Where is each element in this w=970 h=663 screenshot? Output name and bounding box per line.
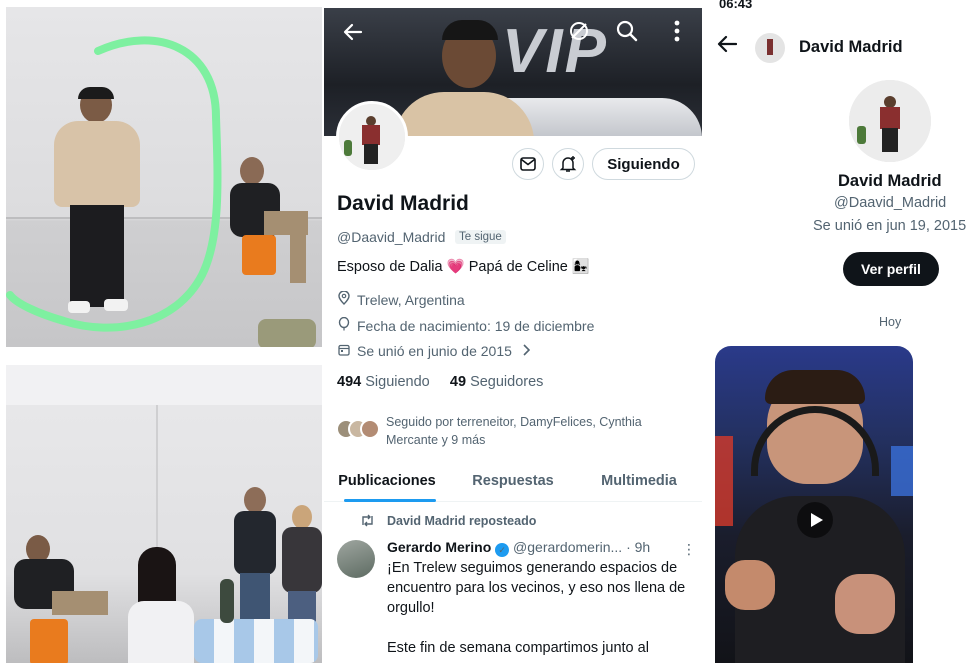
balloon-icon: [337, 316, 351, 334]
tweet-body: ¡En Trelew seguimos generando espacios d…: [387, 560, 686, 656]
followers-stat[interactable]: 49 Seguidores: [450, 374, 544, 390]
calendar-icon: [337, 344, 351, 359]
verified-badge-icon: ✓: [495, 543, 510, 557]
chat-header-avatar[interactable]: [755, 33, 785, 63]
chat-profile-avatar[interactable]: [849, 80, 931, 162]
repost-label: David Madrid reposteado: [387, 514, 537, 528]
follower-avatar-3: [360, 419, 380, 439]
photo-bottom: [6, 365, 322, 663]
followers-count: 49: [449, 374, 467, 390]
chat-profile-joined: Se unió en jun 19, 2015: [813, 218, 967, 234]
tweet-time: · 9h: [626, 539, 651, 555]
following-stat[interactable]: 494 Siguiendo: [337, 374, 430, 390]
flag-cloth: [194, 619, 318, 663]
following-button[interactable]: Siguiendo: [592, 148, 695, 180]
profile-tabs: Publicaciones Respuestas Multimedia: [324, 462, 702, 502]
envelope-icon: [520, 157, 536, 171]
chat-header-name[interactable]: David Madrid: [799, 38, 903, 57]
video-bg-light-right: [891, 446, 913, 496]
video-message[interactable]: [715, 346, 913, 663]
thermos: [220, 579, 234, 623]
video-bg-light: [715, 436, 733, 526]
following-label: Siguiendo: [365, 374, 430, 390]
tweet-handle: @gerardomerin...: [513, 539, 623, 555]
green-highlight-stroke: [6, 36, 222, 332]
seated-woman: [124, 547, 200, 663]
grok-icon[interactable]: [564, 20, 594, 50]
location-text: Trelew, Argentina: [357, 291, 465, 308]
seated-man-left: [12, 535, 112, 663]
notify-button[interactable]: [552, 148, 584, 180]
following-count: 494: [337, 374, 362, 390]
bell-plus-icon: [559, 156, 577, 172]
video-hand-left: [725, 560, 775, 610]
tab-respuestas[interactable]: Respuestas: [450, 462, 576, 501]
joined-text: Se unió en junio de 2015: [357, 343, 512, 359]
back-arrow-icon[interactable]: [338, 20, 368, 50]
tweet-more-icon[interactable]: ⋮: [682, 541, 696, 558]
status-time: 06:43: [719, 0, 753, 11]
search-icon[interactable]: [612, 20, 642, 50]
tab-multimedia[interactable]: Multimedia: [576, 462, 702, 501]
tab-publicaciones[interactable]: Publicaciones: [324, 462, 450, 502]
profile-name: David Madrid: [337, 192, 469, 215]
joined-row[interactable]: Se unió en junio de 2015: [337, 343, 531, 359]
tweet-author[interactable]: Gerardo Merino: [387, 539, 491, 555]
tweet-header: Gerardo Merino ✓ @gerardomerin... · 9h: [387, 539, 692, 557]
followers-label: Seguidores: [470, 374, 544, 390]
chat-profile-name: David Madrid: [838, 172, 942, 190]
location-pin-icon: [337, 290, 351, 308]
chevron-right-icon: [522, 343, 531, 359]
date-separator: Hoy: [879, 315, 902, 329]
followed-by-text[interactable]: Seguido por terreneitor, DamyFelices, Cy…: [386, 413, 696, 449]
chat-profile-handle: @Daavid_Madrid: [834, 195, 947, 211]
banner-hair: [442, 20, 498, 40]
profile-handle: @Daavid_Madrid: [337, 229, 446, 245]
tweet-author-avatar[interactable]: [337, 540, 375, 578]
profile-panel: VIP Siguiendo David Madrid @Daavid_Madri…: [324, 0, 702, 663]
play-icon[interactable]: [797, 502, 833, 538]
back-arrow-icon[interactable]: [717, 35, 738, 59]
chat-panel: 06:43 David Madrid David Madrid @Daavid_…: [703, 0, 970, 663]
profile-avatar[interactable]: [336, 101, 408, 173]
follows-you-badge: Te sigue: [455, 230, 506, 244]
location-row: Trelew, Argentina: [337, 290, 465, 308]
video-hair: [765, 370, 865, 404]
view-profile-button[interactable]: Ver perfil: [843, 252, 939, 286]
profile-bio: Esposo de Dalia 💗 Papá de Celine 👩‍👧: [337, 259, 590, 275]
video-hand-right: [835, 574, 895, 634]
photo-top: [6, 7, 322, 347]
birth-row: Fecha de nacimiento: 19 de diciembre: [337, 316, 595, 334]
message-button[interactable]: [512, 148, 544, 180]
repost-icon: [360, 514, 376, 530]
more-vertical-icon[interactable]: [662, 20, 692, 50]
ceiling: [6, 365, 322, 405]
birth-text: Fecha de nacimiento: 19 de diciembre: [357, 317, 595, 334]
follow-stats: 494 Siguiendo 49 Seguidores: [337, 374, 543, 390]
